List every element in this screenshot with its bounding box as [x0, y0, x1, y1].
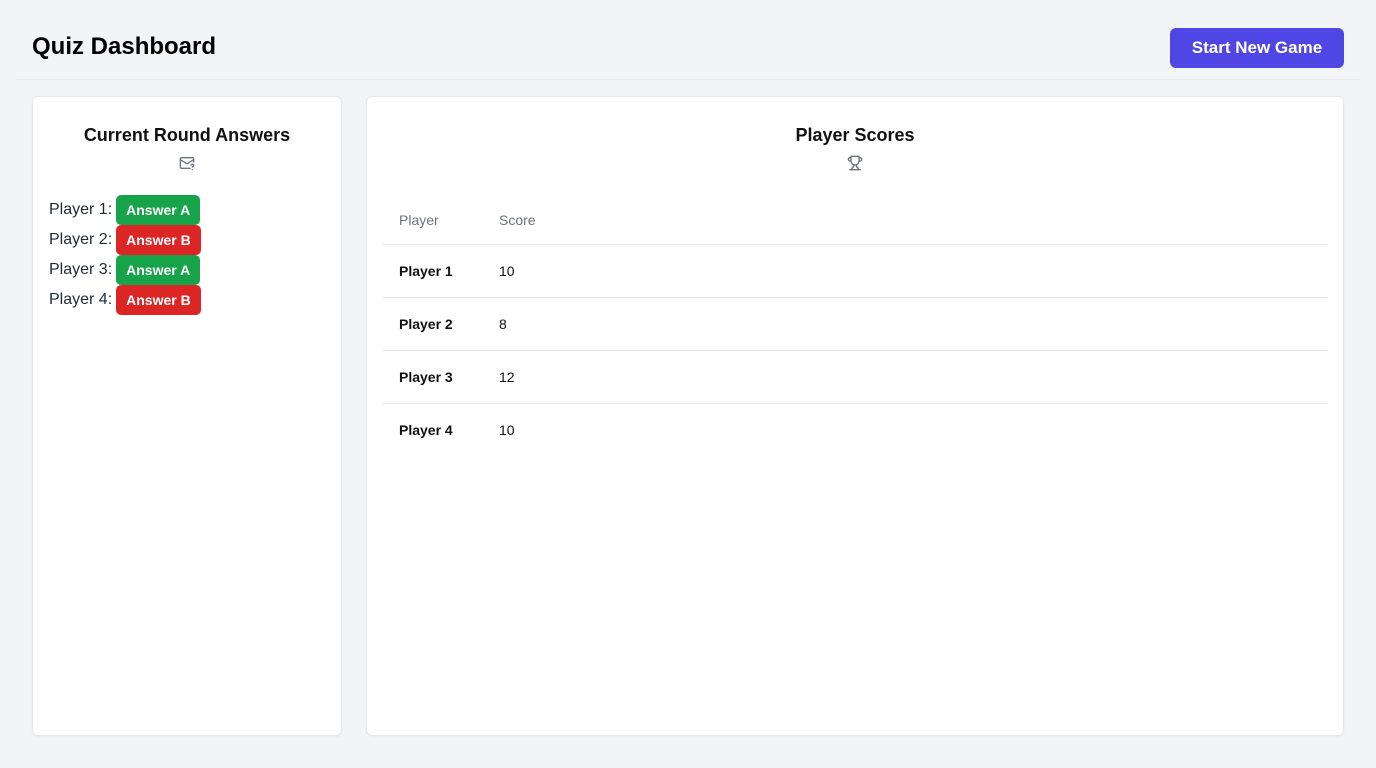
- answers-list: Player 1: Answer A Player 2: Answer B Pl…: [49, 195, 201, 315]
- player-label: Player 3:: [49, 261, 113, 278]
- score-cell: 10: [499, 421, 515, 438]
- player-scores-card: Player Scores Player Score Player 1 10 P…: [366, 96, 1344, 736]
- answer-row: Player 3: Answer A: [49, 255, 201, 285]
- player-label: Player 2:: [49, 231, 113, 248]
- answer-row: Player 4: Answer B: [49, 285, 201, 315]
- player-label: Player 1:: [49, 201, 113, 218]
- answer-badge: Answer B: [116, 225, 201, 255]
- table-header-row: Player Score: [383, 197, 1328, 245]
- scores-table: Player Score Player 1 10 Player 2 8 Play…: [383, 197, 1328, 456]
- player-name-cell: Player 4: [399, 421, 453, 438]
- player-name-cell: Player 3: [383, 350, 483, 404]
- mail-question-icon: [179, 157, 195, 171]
- answer-badge: Answer B: [116, 285, 201, 315]
- column-header-player: Player: [383, 197, 483, 245]
- table-row: Player 4 10: [383, 403, 1328, 456]
- card-title: Player Scores: [795, 125, 915, 145]
- player-label: Player 4:: [49, 291, 113, 308]
- answer-badge: Answer A: [116, 255, 201, 285]
- score-cell: 12: [483, 350, 1328, 404]
- column-header-score: Score: [483, 197, 1328, 245]
- answer-row: Player 1: Answer A: [49, 195, 201, 225]
- page-title: Quiz Dashboard: [32, 33, 217, 60]
- answer-badge: Answer A: [116, 195, 201, 225]
- start-new-game-button[interactable]: Start New Game: [1170, 28, 1344, 68]
- trophy-icon: [847, 155, 863, 171]
- page-header: Quiz Dashboard Start New Game: [16, 0, 1360, 80]
- table-row: Player 2 8: [383, 297, 1328, 351]
- table-row: Player 1 10: [383, 244, 1328, 298]
- current-round-answers-card: Current Round Answers Player 1: Answer A…: [32, 96, 342, 736]
- player-name-cell: Player 2: [383, 297, 483, 351]
- table-row: Player 3 12: [383, 350, 1328, 404]
- card-title: Current Round Answers: [83, 125, 291, 145]
- score-cell: 10: [483, 244, 1328, 298]
- answer-row: Player 2: Answer B: [49, 225, 201, 255]
- player-name-cell: Player 1: [383, 244, 483, 298]
- score-cell: 8: [483, 297, 1328, 351]
